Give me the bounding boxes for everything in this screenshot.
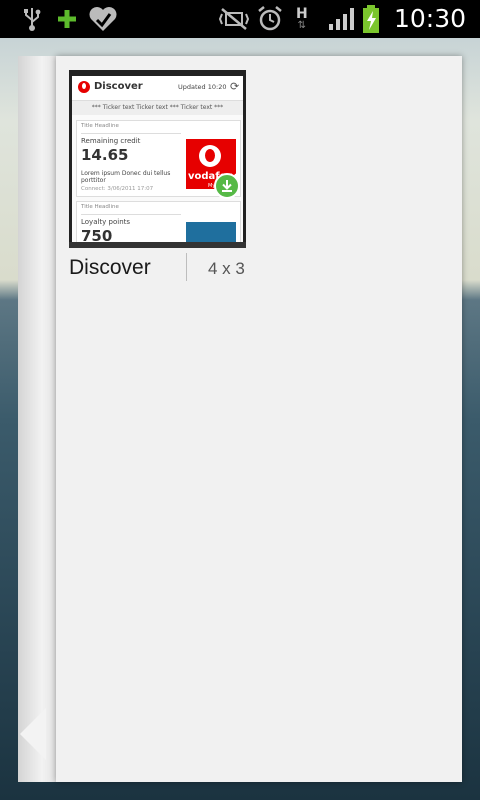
preview-header: Discover Updated 10:20 ⟳ xyxy=(72,76,243,101)
card-label: Remaining credit xyxy=(81,137,141,145)
hspa-data-icon: H ⇅ xyxy=(296,6,308,31)
card-headline: Title Headline xyxy=(81,204,119,210)
download-icon xyxy=(214,173,240,199)
usb-icon xyxy=(22,0,42,38)
refresh-icon: ⟳ xyxy=(230,80,240,93)
card-headline: Title Headline xyxy=(81,123,119,129)
status-bar: H ⇅ 10:30 xyxy=(0,0,480,38)
card-connect: Connect: 3/06/2011 17:07 xyxy=(81,186,154,192)
divider xyxy=(186,253,187,281)
preview-updated: Updated 10:20 xyxy=(178,83,227,91)
widget-name: Discover xyxy=(69,256,151,279)
drawer-fold xyxy=(18,56,59,782)
card-text: Lorem ipsum Donec dui tellus porttitor xyxy=(81,170,171,184)
widget-preview-screen: Discover Updated 10:20 ⟳ *** Ticker text… xyxy=(72,76,243,242)
preview-ticker: *** Ticker text Ticker text *** Ticker t… xyxy=(72,101,243,115)
widget-preview[interactable]: Discover Updated 10:20 ⟳ *** Ticker text… xyxy=(69,70,246,248)
divider xyxy=(81,214,181,215)
widget-size: 4 x 3 xyxy=(208,259,245,278)
preview-card: Title Headline Loyalty points 750 xyxy=(76,201,241,242)
divider xyxy=(81,133,181,134)
battery-charging-icon xyxy=(361,0,381,38)
signal-icon xyxy=(327,0,357,38)
card-value: 750 xyxy=(81,227,113,242)
clock: 10:30 xyxy=(393,4,466,33)
preview-bottom-bar xyxy=(69,242,246,248)
add-icon xyxy=(57,0,77,38)
alarm-icon xyxy=(256,0,284,38)
preview-app-title: Discover xyxy=(94,81,143,92)
drawer-handle-arrow[interactable] xyxy=(20,708,46,760)
network-type-label: H xyxy=(296,6,308,22)
card-image xyxy=(186,222,236,242)
health-icon xyxy=(88,0,118,38)
widget-panel: Discover Updated 10:20 ⟳ *** Ticker text… xyxy=(56,56,462,782)
vibrate-mute-icon xyxy=(218,0,250,38)
card-value: 14.65 xyxy=(81,146,129,164)
vodafone-speechmark-icon xyxy=(199,145,221,167)
vodafone-logo-icon xyxy=(78,81,90,93)
card-label: Loyalty points xyxy=(81,218,131,226)
